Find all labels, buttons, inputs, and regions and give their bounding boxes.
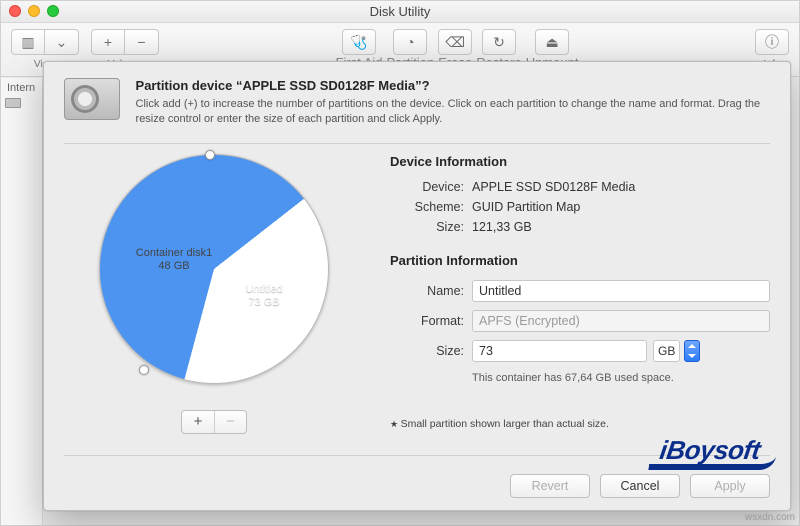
view-menu-button[interactable]: ⌄	[45, 29, 79, 55]
device-label: Device:	[390, 180, 464, 194]
partition-format-select[interactable]	[472, 310, 770, 332]
apply-button: Apply	[690, 474, 770, 498]
size-value: 121,33 GB	[472, 220, 532, 234]
partition-add-remove: + −	[181, 410, 247, 434]
unmount-button[interactable]: ⏏	[535, 29, 569, 55]
sheet-subtitle: Click add (+) to increase the number of …	[136, 97, 770, 127]
remove-partition-button: −	[214, 411, 246, 433]
partition-sheet: Partition device “APPLE SSD SD0128F Medi…	[43, 61, 791, 511]
psize-label: Size:	[390, 344, 464, 358]
footnote: Small partition shown larger than actual…	[390, 418, 770, 430]
sidebar-section-header: Intern	[1, 82, 42, 94]
minus-icon: −	[226, 413, 235, 430]
first-aid-button[interactable]: 🩺	[342, 29, 376, 55]
format-label: Format:	[390, 314, 464, 328]
view-sidebar-button[interactable]: ▥	[11, 29, 45, 55]
partition-size-input[interactable]	[472, 340, 647, 362]
hdd-icon	[64, 78, 120, 120]
scheme-label: Scheme:	[390, 200, 464, 214]
volume-remove-button[interactable]: −	[125, 29, 159, 55]
eject-icon: ⏏	[545, 34, 558, 51]
info-column: Device Information Device: APPLE SSD SD01…	[390, 154, 770, 449]
sheet-title: Partition device “APPLE SSD SD0128F Medi…	[136, 78, 770, 93]
size-unit-select[interactable]: GB	[653, 340, 680, 362]
minimize-icon[interactable]	[28, 5, 40, 17]
scheme-value: GUID Partition Map	[472, 200, 580, 214]
firstaid-icon: 🩺	[350, 34, 367, 51]
used-space-hint: This container has 67,64 GB used space.	[472, 372, 770, 384]
sidebar-disk-item[interactable]	[1, 94, 42, 112]
titlebar: Disk Utility	[1, 1, 799, 23]
close-icon[interactable]	[9, 5, 21, 17]
revert-button: Revert	[510, 474, 590, 498]
restore-icon: ↻	[493, 34, 505, 51]
size-stepper[interactable]	[684, 340, 700, 362]
plus-icon: +	[194, 413, 203, 430]
pie-slice-untitled[interactable]: Untitled 73 GB	[224, 267, 304, 311]
info-button[interactable]: ⓘ	[755, 29, 789, 55]
chevron-down-icon: ⌄	[56, 34, 68, 51]
pie-slice-container[interactable]: Container disk1 48 GB	[128, 247, 220, 275]
minus-icon: −	[137, 34, 145, 50]
device-value: APPLE SSD SD0128F Media	[472, 180, 635, 194]
restore-button[interactable]: ↻	[482, 29, 516, 55]
sidebar-icon: ▥	[21, 34, 34, 51]
cancel-button[interactable]: Cancel	[600, 474, 680, 498]
device-info-heading: Device Information	[390, 154, 770, 169]
add-partition-button[interactable]: +	[182, 411, 214, 433]
partition-button[interactable]: ◔	[393, 29, 427, 55]
disk-utility-window: Disk Utility ▥ ⌄ View + − Volume 🩺First …	[0, 0, 800, 526]
sidebar: Intern	[1, 78, 43, 525]
partition-icon: ◔	[406, 34, 414, 50]
volume-add-button[interactable]: +	[91, 29, 125, 55]
sheet-footer: Revert Cancel Apply	[64, 474, 770, 498]
window-controls	[9, 5, 59, 17]
window-title: Disk Utility	[370, 4, 431, 19]
sheet-header: Partition device “APPLE SSD SD0128F Medi…	[64, 78, 770, 127]
divider	[64, 455, 770, 456]
pie-slice-name: Untitled	[245, 283, 282, 295]
size-label: Size:	[390, 220, 464, 234]
erase-button[interactable]: ⌫	[438, 29, 472, 55]
pie-slice-size: 73 GB	[224, 296, 304, 310]
resize-handle-bottom[interactable]	[139, 365, 149, 375]
divider	[64, 143, 770, 144]
zoom-icon[interactable]	[47, 5, 59, 17]
partition-info-heading: Partition Information	[390, 253, 770, 268]
info-icon: ⓘ	[765, 32, 779, 52]
disk-icon	[5, 98, 21, 108]
pie-slice-size: 48 GB	[128, 260, 220, 274]
erase-icon: ⌫	[445, 34, 465, 51]
source-url: wsxdn.com	[745, 512, 795, 523]
name-label: Name:	[390, 284, 464, 298]
plus-icon: +	[104, 34, 112, 50]
pie-slice-name: Container disk1	[136, 247, 212, 259]
resize-handle-top[interactable]	[205, 150, 215, 160]
partition-name-input[interactable]	[472, 280, 770, 302]
volume-icon	[257, 267, 271, 281]
unit-value: GB	[658, 344, 675, 358]
partition-pie[interactable]: Container disk1 48 GB Untitled 73 GB	[99, 154, 329, 384]
pie-column: Container disk1 48 GB Untitled 73 GB + −	[64, 154, 364, 449]
